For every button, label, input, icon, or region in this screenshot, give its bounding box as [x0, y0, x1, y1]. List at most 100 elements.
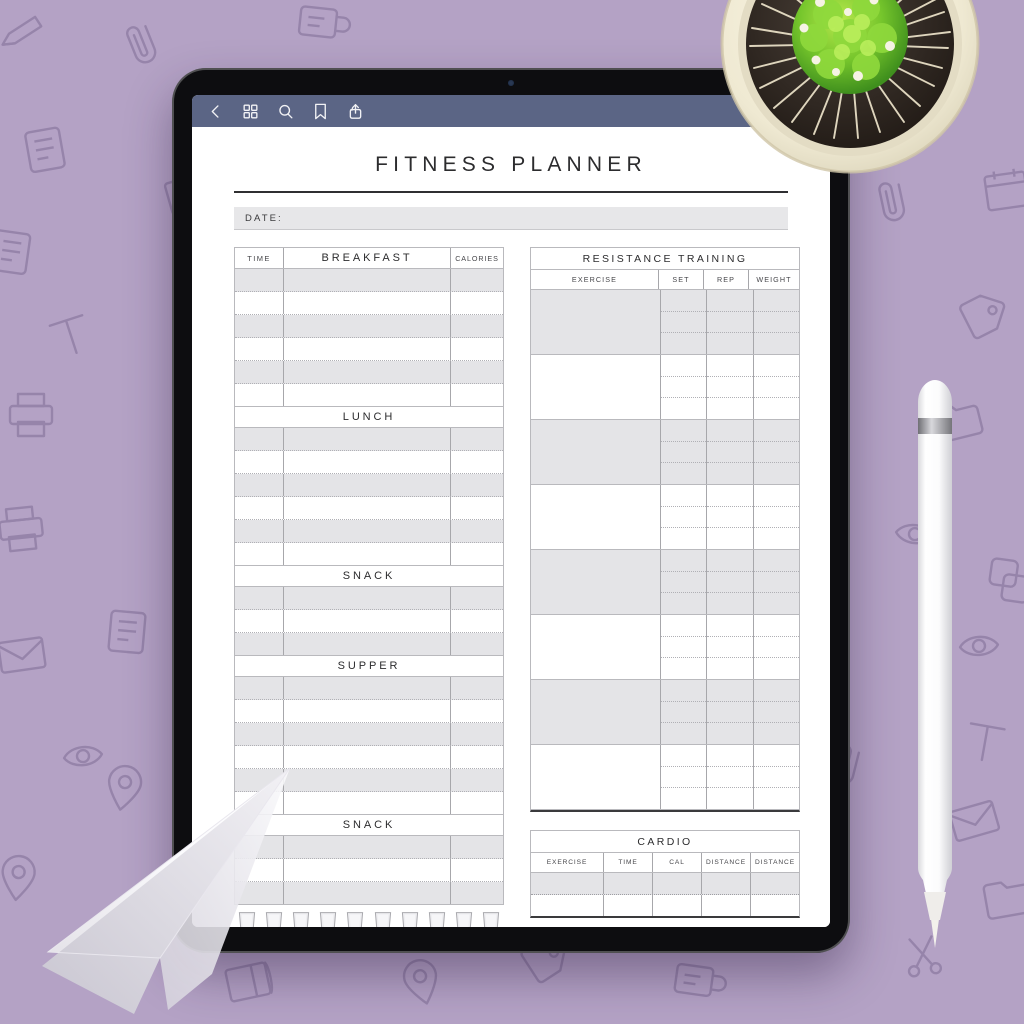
exercise-set-cell[interactable]	[754, 485, 799, 506]
exercise-set-cell[interactable]	[707, 680, 752, 701]
cardio-distance-cell-1[interactable]	[701, 873, 750, 894]
cardio-cal-cell[interactable]	[652, 873, 701, 894]
exercise-set-cell[interactable]	[753, 787, 799, 809]
exercise-set-cell[interactable]	[707, 765, 753, 788]
exercise-set-cell[interactable]	[707, 505, 753, 528]
meal-food-cell[interactable]	[283, 497, 451, 519]
exercise-set-cell[interactable]	[661, 355, 706, 376]
exercise-set-cell[interactable]	[707, 657, 753, 679]
exercise-set-cell[interactable]	[661, 570, 707, 593]
meal-food-cell[interactable]	[283, 428, 451, 450]
exercise-set-cell[interactable]	[707, 592, 753, 614]
exercise-set-cell[interactable]	[661, 657, 707, 679]
cardio-time-cell[interactable]	[603, 895, 652, 916]
cardio-exercise-cell[interactable]	[531, 873, 603, 894]
meal-food-cell[interactable]	[283, 269, 451, 291]
meal-calories-cell[interactable]	[451, 792, 503, 814]
exercise-set-cell[interactable]	[754, 680, 799, 701]
grid-icon[interactable]	[241, 102, 260, 121]
meal-food-cell[interactable]	[283, 474, 451, 496]
meal-food-cell[interactable]	[283, 543, 451, 565]
meal-calories-cell[interactable]	[451, 882, 503, 904]
meal-calories-cell[interactable]	[451, 428, 503, 450]
meal-food-cell[interactable]	[283, 610, 451, 632]
exercise-set-cell[interactable]	[753, 462, 799, 484]
meal-time-cell[interactable]	[235, 361, 283, 383]
meal-entry-row[interactable]	[235, 700, 503, 723]
meal-entry-row[interactable]	[235, 474, 503, 497]
exercise-block[interactable]	[531, 290, 799, 355]
exercise-set-cell[interactable]	[661, 680, 706, 701]
meal-time-cell[interactable]	[235, 315, 283, 337]
meal-time-cell[interactable]	[235, 610, 283, 632]
exercise-name-cell[interactable]	[531, 420, 661, 484]
meal-food-cell[interactable]	[283, 315, 451, 337]
meal-calories-cell[interactable]	[451, 700, 503, 722]
exercise-set-cell[interactable]	[707, 375, 753, 398]
exercise-block[interactable]	[531, 550, 799, 615]
water-glass-icon[interactable]	[427, 911, 447, 927]
meal-food-cell[interactable]	[283, 723, 451, 745]
exercise-set-cell[interactable]	[707, 355, 752, 376]
water-glass-icon[interactable]	[345, 911, 365, 927]
meal-entry-row[interactable]	[235, 315, 503, 338]
meal-food-cell[interactable]	[283, 451, 451, 473]
exercise-set-cell[interactable]	[707, 550, 752, 571]
exercise-set-cell[interactable]	[753, 375, 799, 398]
exercise-set-cell[interactable]	[753, 332, 799, 354]
meal-entry-row[interactable]	[235, 451, 503, 474]
meal-time-cell[interactable]	[235, 338, 283, 360]
cardio-distance-cell-2[interactable]	[750, 895, 799, 916]
meal-calories-cell[interactable]	[451, 677, 503, 699]
exercise-set-cell[interactable]	[753, 505, 799, 528]
exercise-name-cell[interactable]	[531, 745, 661, 809]
meal-time-cell[interactable]	[235, 474, 283, 496]
exercise-set-cell[interactable]	[754, 550, 799, 571]
cardio-time-cell[interactable]	[603, 873, 652, 894]
cardio-entry-row[interactable]	[531, 873, 799, 895]
meal-food-cell[interactable]	[283, 700, 451, 722]
meal-calories-cell[interactable]	[451, 859, 503, 881]
meal-entry-row[interactable]	[235, 269, 503, 292]
meal-entry-row[interactable]	[235, 497, 503, 520]
exercise-set-cell[interactable]	[661, 615, 706, 636]
meal-time-cell[interactable]	[235, 384, 283, 406]
exercise-set-cell[interactable]	[754, 615, 799, 636]
meal-calories-cell[interactable]	[451, 633, 503, 655]
meal-entry-row[interactable]	[235, 292, 503, 315]
exercise-set-cell[interactable]	[661, 420, 706, 441]
exercise-set-cell[interactable]	[707, 462, 753, 484]
exercise-set-cell[interactable]	[753, 310, 799, 333]
meal-calories-cell[interactable]	[451, 543, 503, 565]
meal-entry-row[interactable]	[235, 428, 503, 451]
exercise-set-cell[interactable]	[661, 787, 707, 809]
exercise-name-cell[interactable]	[531, 290, 661, 354]
exercise-set-cell[interactable]	[661, 505, 707, 528]
exercise-set-cell[interactable]	[754, 420, 799, 441]
meal-time-cell[interactable]	[235, 677, 283, 699]
meal-time-cell[interactable]	[235, 428, 283, 450]
meal-food-cell[interactable]	[283, 677, 451, 699]
cardio-exercise-cell[interactable]	[531, 895, 603, 916]
exercise-set-cell[interactable]	[707, 615, 752, 636]
meal-time-cell[interactable]	[235, 451, 283, 473]
exercise-set-cell[interactable]	[707, 745, 752, 766]
water-glass-icon[interactable]	[400, 911, 420, 927]
exercise-set-cell[interactable]	[753, 440, 799, 463]
meal-calories-cell[interactable]	[451, 497, 503, 519]
exercise-set-cell[interactable]	[661, 290, 706, 311]
meal-calories-cell[interactable]	[451, 451, 503, 473]
cardio-cal-cell[interactable]	[652, 895, 701, 916]
cardio-entry-row[interactable]	[531, 895, 799, 916]
meal-time-cell[interactable]	[235, 723, 283, 745]
exercise-set-cell[interactable]	[661, 375, 707, 398]
meal-entry-row[interactable]	[235, 543, 503, 565]
exercise-set-cell[interactable]	[707, 787, 753, 809]
water-glass-icon[interactable]	[373, 911, 393, 927]
meal-calories-cell[interactable]	[451, 474, 503, 496]
exercise-set-cell[interactable]	[753, 700, 799, 723]
exercise-set-cell[interactable]	[707, 397, 753, 419]
exercise-set-cell[interactable]	[753, 397, 799, 419]
meal-calories-cell[interactable]	[451, 723, 503, 745]
meal-calories-cell[interactable]	[451, 610, 503, 632]
